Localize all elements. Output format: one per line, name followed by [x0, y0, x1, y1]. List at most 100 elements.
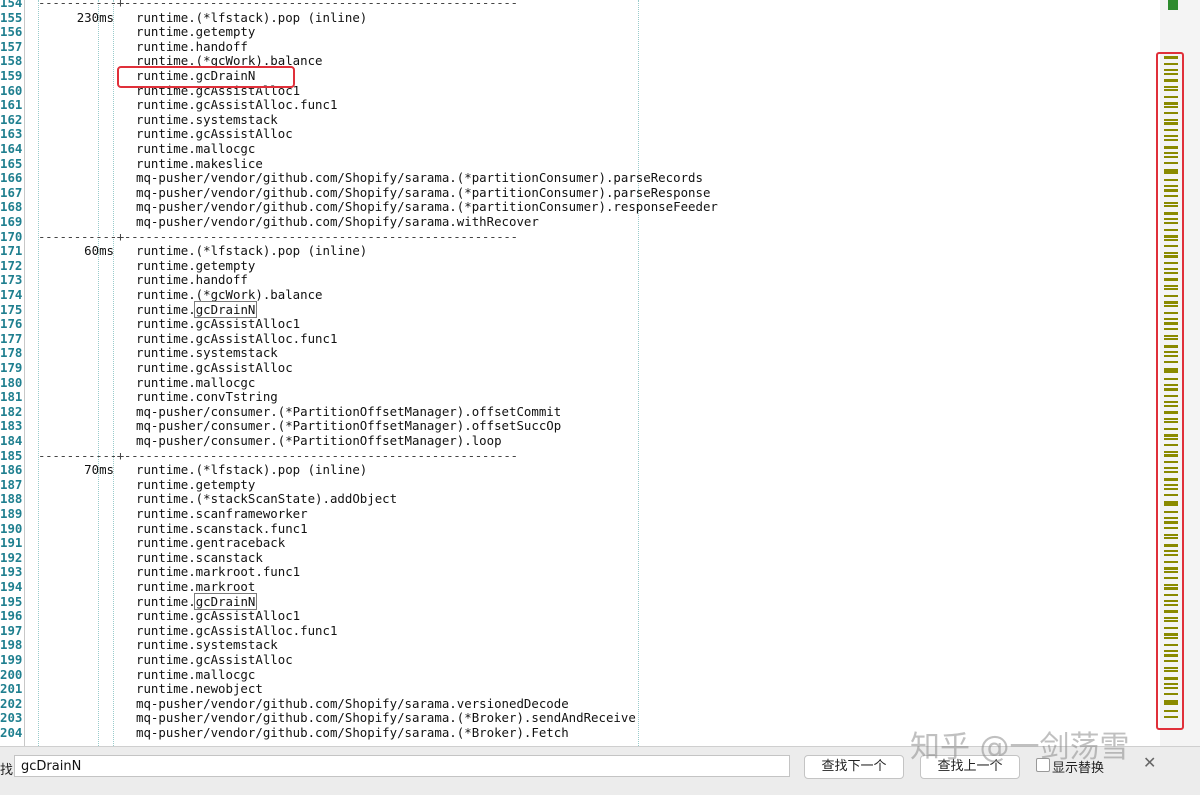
scrollbar-current-position-marker: [1168, 0, 1178, 10]
line-number: 166: [0, 170, 23, 186]
line-number: 169: [0, 214, 23, 229]
line-number: 179: [0, 360, 23, 375]
stack-frame: mq-pusher/vendor/github.com/Shopify/sara…: [136, 214, 539, 229]
line-number: 178: [0, 345, 23, 361]
stack-frame: runtime.mallocgc: [136, 374, 256, 390]
line-number: 177: [0, 330, 23, 346]
line-number: 202: [0, 695, 23, 711]
line-number: 195: [0, 593, 23, 609]
stack-frame: runtime.gcAssistAlloc.func1: [136, 622, 338, 638]
line-number: 198: [0, 637, 23, 653]
sample-time: 60ms: [84, 243, 114, 259]
line-number: 176: [0, 316, 23, 332]
stack-frame: runtime.handoff: [136, 272, 248, 288]
line-number: 192: [0, 549, 23, 565]
indent-guide: [98, 0, 99, 746]
stack-frame: runtime.gcAssistAlloc: [136, 360, 293, 375]
stack-frame: runtime.gcAssistAlloc1: [136, 316, 301, 332]
indent-guide: [38, 0, 39, 746]
line-number: 187: [0, 476, 23, 492]
stack-frame: runtime.getempty: [136, 24, 256, 40]
line-number: 180: [0, 374, 23, 390]
line-number: 174: [0, 287, 23, 302]
stack-frame: mq-pusher/vendor/github.com/Shopify/sara…: [136, 710, 636, 726]
line-number: 200: [0, 666, 23, 682]
line-number: 196: [0, 608, 23, 624]
stack-frame: runtime.getempty: [136, 476, 256, 492]
stack-frame: runtime.markroot.func1: [136, 564, 301, 580]
annotation-highlight-box: [117, 66, 295, 88]
line-number: 164: [0, 141, 23, 156]
line-number: 193: [0, 564, 23, 580]
find-next-button[interactable]: 查找下一个: [804, 755, 904, 779]
line-number: 172: [0, 257, 23, 273]
line-number: 190: [0, 520, 23, 536]
line-number: 182: [0, 403, 23, 419]
stack-frame: mq-pusher/vendor/github.com/Shopify/sara…: [136, 170, 703, 186]
line-number: 171: [0, 243, 23, 259]
line-number: 185: [0, 447, 23, 463]
stack-frame: mq-pusher/consumer.(*PartitionOffsetMana…: [136, 403, 562, 419]
line-number: 199: [0, 652, 23, 667]
line-number: 181: [0, 389, 23, 405]
stack-frame: runtime.(*stackScanState).addObject: [136, 491, 398, 507]
line-number: 162: [0, 111, 23, 127]
line-number: 161: [0, 97, 23, 113]
line-number: 203: [0, 710, 23, 726]
separator-line: -----------+----------------------------…: [38, 447, 518, 463]
stack-frame: runtime.gcDrainN: [136, 300, 258, 318]
stack-frame: runtime.gentraceback: [136, 535, 286, 551]
line-number: 156: [0, 24, 23, 40]
line-number: 175: [0, 301, 23, 317]
line-number: 189: [0, 506, 23, 521]
stack-frame: runtime.(*lfstack).pop (inline): [136, 9, 368, 25]
line-number: 158: [0, 53, 23, 69]
stack-frame: mq-pusher/vendor/github.com/Shopify/sara…: [136, 199, 718, 215]
stack-frame: mq-pusher/consumer.(*PartitionOffsetMana…: [136, 418, 562, 434]
line-number: 197: [0, 622, 23, 638]
annotation-scrollbar-box: [1156, 52, 1184, 730]
search-match-highlight: gcDrainN: [193, 300, 258, 318]
indent-guide: [113, 0, 114, 746]
sample-time: 70ms: [84, 462, 114, 478]
line-number: 188: [0, 491, 23, 507]
stack-frame: runtime.gcAssistAlloc.func1: [136, 97, 338, 113]
gutter-separator: [24, 0, 25, 746]
separator-line: -----------+----------------------------…: [38, 228, 518, 244]
stack-frame: runtime.scanstack.func1: [136, 520, 308, 536]
stack-frame: runtime.gcAssistAlloc: [136, 126, 293, 142]
stack-frame: runtime.scanstack: [136, 549, 263, 565]
line-number: 167: [0, 184, 23, 200]
stack-frame: mq-pusher/vendor/github.com/Shopify/sara…: [136, 695, 569, 711]
code-editor[interactable]: 154 -----------+-------------------------…: [0, 0, 1160, 746]
line-number: 168: [0, 199, 23, 215]
margin-guide: [638, 0, 639, 746]
close-icon[interactable]: ✕: [1143, 753, 1156, 772]
find-input[interactable]: [14, 755, 790, 777]
line-number: 184: [0, 433, 23, 448]
line-number: 191: [0, 535, 23, 551]
line-number: 157: [0, 38, 23, 54]
line-number: 163: [0, 126, 23, 142]
stack-frame: runtime.gcAssistAlloc1: [136, 608, 301, 624]
stack-frame: runtime.systemstack: [136, 637, 278, 653]
stack-frame: runtime.gcDrainN: [136, 592, 258, 610]
stack-frame: runtime.getempty: [136, 257, 256, 273]
stack-frame: runtime.systemstack: [136, 345, 278, 361]
stack-frame: runtime.convTstring: [136, 389, 278, 405]
stack-frame: runtime.(*lfstack).pop (inline): [136, 462, 368, 478]
line-number: 183: [0, 418, 23, 434]
line-number: 160: [0, 82, 23, 98]
stack-frame: runtime.(*lfstack).pop (inline): [136, 243, 368, 259]
stack-frame: runtime.mallocgc: [136, 141, 256, 156]
line-number: 201: [0, 681, 23, 697]
watermark: 知乎 @一剑荡雪: [910, 730, 1130, 765]
stack-frame: runtime.makeslice: [136, 155, 263, 171]
line-number: 165: [0, 155, 23, 171]
line-number: 155: [0, 9, 23, 25]
stack-frame: runtime.mallocgc: [136, 666, 256, 682]
line-number: 154: [0, 0, 23, 10]
stack-frame: runtime.scanframeworker: [136, 506, 308, 521]
line-number: 204: [0, 725, 23, 740]
line-number: 173: [0, 272, 23, 288]
